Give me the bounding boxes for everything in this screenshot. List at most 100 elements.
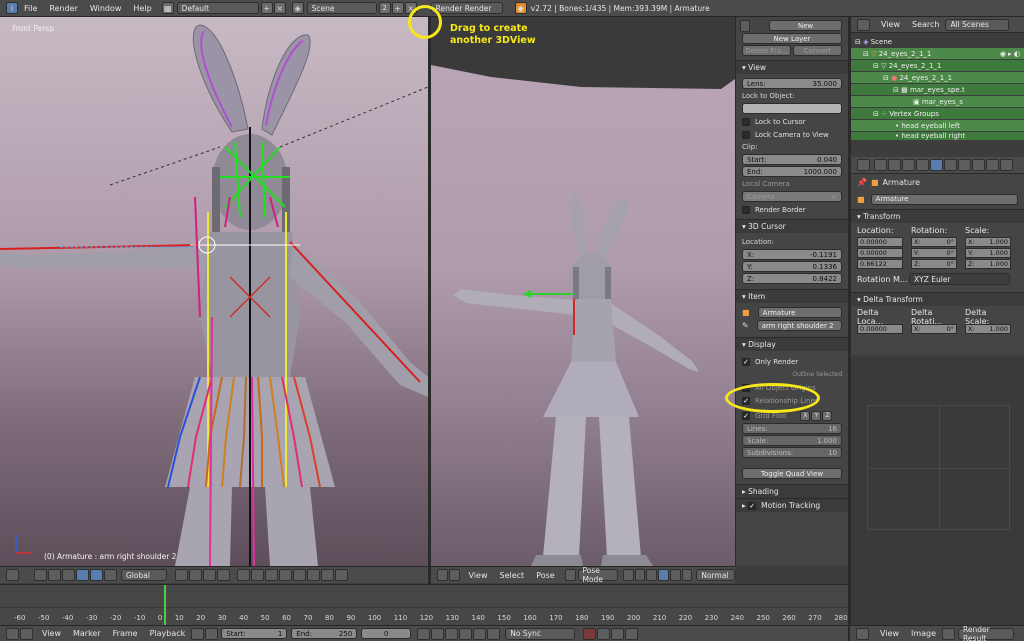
grid-x-toggle[interactable]: X: [800, 410, 811, 421]
world-tab-icon[interactable]: [916, 159, 929, 171]
lock-cursor-checkbox[interactable]: Lock to Cursor: [736, 115, 848, 128]
layers-tab-icon[interactable]: [888, 159, 901, 171]
jump-start-icon[interactable]: [417, 627, 431, 640]
object-tab-icon[interactable]: [930, 159, 943, 171]
scale-icon[interactable]: [104, 569, 117, 581]
render-engine-dropdown[interactable]: Render Render: [430, 2, 503, 14]
3d-viewport-right[interactable]: [431, 17, 735, 566]
clip-start-field[interactable]: Start: 0.040: [742, 154, 842, 165]
layer-3-icon[interactable]: [203, 569, 216, 581]
pivot-icon[interactable]: [48, 569, 61, 581]
preview-range-icon[interactable]: [191, 627, 205, 640]
mode-dropdown[interactable]: Pose Mode: [577, 566, 618, 584]
grid-z-toggle[interactable]: Z: [822, 410, 833, 421]
rotation-x-field[interactable]: X: 0°: [911, 237, 957, 247]
lock-object-field[interactable]: [742, 103, 842, 114]
bone-tab-icon[interactable]: [972, 159, 985, 171]
current-frame-field[interactable]: 0: [361, 628, 412, 639]
copy-pose-icon[interactable]: [279, 569, 292, 581]
properties-editor-icon[interactable]: [857, 159, 870, 171]
outliner-row-scene[interactable]: ⊟ ◈ Scene: [851, 36, 1024, 47]
editor-type-icon-right[interactable]: [437, 569, 448, 581]
outliner-filter-dropdown[interactable]: All Scenes: [945, 18, 1010, 31]
timeline-collapse-icon[interactable]: [20, 627, 33, 640]
image-menu-view[interactable]: View: [880, 629, 899, 638]
menu-window[interactable]: Window: [84, 4, 128, 13]
scale-icon-right[interactable]: [681, 569, 693, 581]
proportional-icon[interactable]: [251, 569, 264, 581]
insert-keyframe-icon[interactable]: [611, 627, 625, 640]
keyframe-icon[interactable]: [265, 569, 278, 581]
rotation-mode-dropdown[interactable]: XYZ Euler: [909, 273, 1010, 285]
outliner-row-texture[interactable]: ⊟ ▦ mar_eyes_spe.t: [851, 84, 1024, 95]
paste-pose-icon[interactable]: [293, 569, 306, 581]
outliner-row-object[interactable]: ⊟ ▽ 24_eyes_2_1_1 ◉ ▸ ◐: [851, 48, 1024, 59]
time-icon[interactable]: [205, 627, 219, 640]
layer-2-icon[interactable]: [189, 569, 202, 581]
outliner-row-image[interactable]: ▣ mar_eyes_s: [851, 96, 1024, 107]
transform-panel-header[interactable]: ▾ Transform: [851, 209, 1024, 223]
cursor-x-field[interactable]: X: -0.1191: [742, 249, 842, 260]
outliner-menu-view[interactable]: View: [881, 20, 900, 29]
jump-prev-key-icon[interactable]: [431, 627, 445, 640]
render-border-checkbox[interactable]: Render Border: [736, 203, 848, 216]
end-frame-field[interactable]: End: 250: [291, 628, 358, 639]
scene-icon[interactable]: ◈: [291, 2, 304, 14]
menu-render[interactable]: Render: [43, 4, 83, 13]
layer-4-icon[interactable]: [217, 569, 230, 581]
rotate-icon[interactable]: [90, 569, 103, 581]
data-tab-icon[interactable]: [958, 159, 971, 171]
scale-x-field[interactable]: X: 1.000: [965, 237, 1011, 247]
manipulator-icon[interactable]: [62, 569, 75, 581]
scale-y-field[interactable]: Y: 1.000: [965, 248, 1011, 258]
3d-viewport-left[interactable]: Front Persp (0) Armature: arm right sho…: [0, 17, 428, 566]
outliner-row-data[interactable]: ⊟ ▽ 24_eyes_2_1_1: [851, 60, 1024, 71]
rotation-y-field[interactable]: Y: 0°: [911, 248, 957, 258]
constraints-tab-icon[interactable]: [944, 159, 957, 171]
screen-layout-icon[interactable]: ▦: [161, 2, 174, 14]
add-scene-icon[interactable]: +: [391, 2, 404, 14]
lock-camera-checkbox[interactable]: Lock Camera to View: [736, 128, 848, 141]
screen-layout-dropdown[interactable]: Default: [176, 2, 259, 14]
view-panel-header[interactable]: ▾ View: [736, 60, 848, 74]
timeline-menu-marker[interactable]: Marker: [73, 629, 101, 638]
editor-type-icon[interactable]: [6, 569, 19, 581]
object-name-field[interactable]: Armature: [870, 193, 1018, 205]
shading-icon[interactable]: [34, 569, 47, 581]
current-frame-indicator[interactable]: [164, 585, 166, 626]
new-button[interactable]: New: [769, 20, 842, 31]
cursor-z-field[interactable]: Z: 0.8422: [742, 273, 842, 284]
menu-pose[interactable]: Pose: [536, 571, 555, 580]
outliner-row-vertex-groups[interactable]: ⊟ ⁘ Vertex Groups: [851, 108, 1024, 119]
info-editor-icon[interactable]: i: [6, 2, 18, 14]
delete-keyframe-icon[interactable]: [625, 627, 639, 640]
grid-lines-field[interactable]: Lines: 16: [742, 423, 842, 434]
clip-end-field[interactable]: End: 1000.000: [742, 166, 842, 177]
delta-rotation-x-field[interactable]: X: 0°: [911, 324, 957, 334]
camera-field[interactable]: Camera ×: [742, 191, 842, 202]
delete-layout-icon[interactable]: ×: [273, 2, 286, 14]
render-tab-icon[interactable]: [874, 159, 887, 171]
scene-tab-icon[interactable]: [902, 159, 915, 171]
pin-icon[interactable]: 📌: [857, 178, 867, 187]
opengl-anim-icon[interactable]: [335, 569, 348, 581]
timeline-menu-playback[interactable]: Playback: [150, 629, 186, 638]
keying-set-icon[interactable]: [597, 627, 611, 640]
display-panel-header[interactable]: ▾ Display: [736, 337, 848, 351]
translate-icon[interactable]: [76, 569, 89, 581]
start-frame-field[interactable]: Start: 1: [221, 628, 288, 639]
cursor-y-field[interactable]: Y: 0.1336: [742, 261, 842, 272]
delta-transform-header[interactable]: ▾ Delta Transform: [851, 292, 1024, 306]
collapse-menu-icon[interactable]: [448, 569, 460, 581]
only-render-checkbox[interactable]: ✓ Only Render: [736, 355, 848, 368]
shading-icon-right[interactable]: [622, 569, 634, 581]
opengl-render-icon[interactable]: [321, 569, 334, 581]
sync-mode-dropdown[interactable]: No Sync: [505, 627, 576, 640]
snap-icon[interactable]: [237, 569, 250, 581]
rotation-z-field[interactable]: Z: 0°: [911, 259, 957, 269]
paste-flipped-icon[interactable]: [307, 569, 320, 581]
scene-dropdown[interactable]: Scene: [306, 2, 377, 14]
orientation-dropdown-right[interactable]: Normal: [696, 569, 736, 581]
timeline-menu-view[interactable]: View: [42, 629, 61, 638]
manipulator-icon-right[interactable]: [646, 569, 658, 581]
